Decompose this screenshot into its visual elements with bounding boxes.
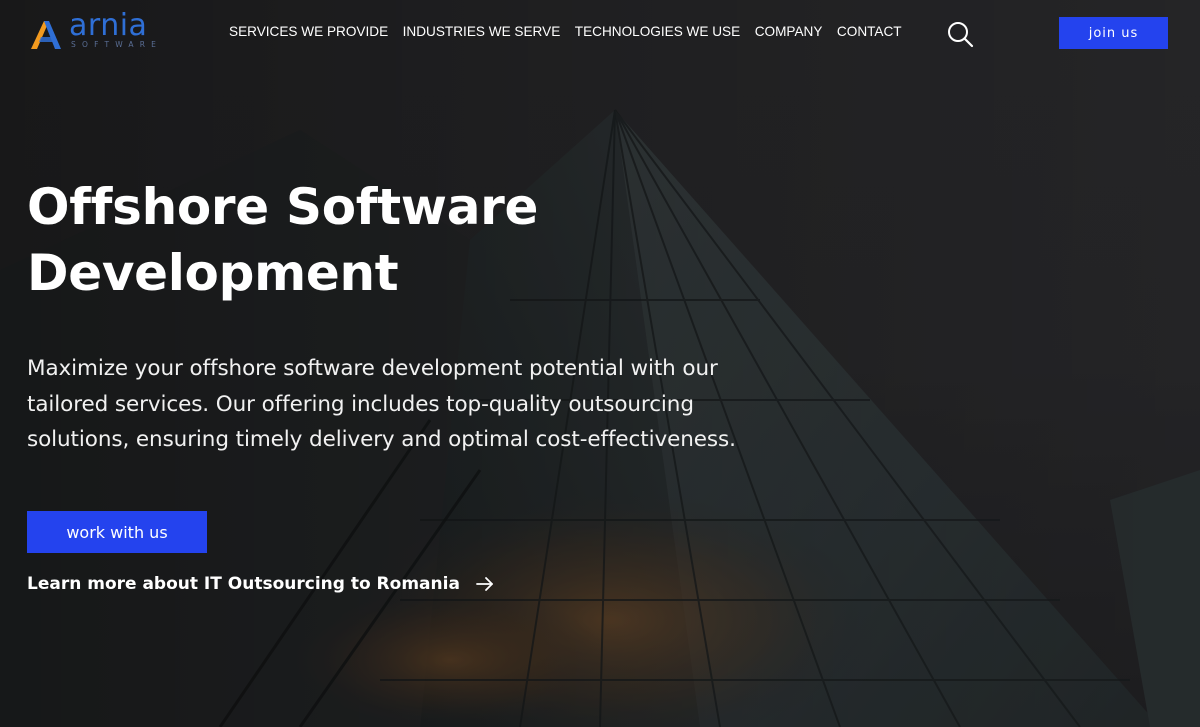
learn-more-link[interactable]: Learn more about IT Outsourcing to Roman… [27,574,495,594]
search-button[interactable] [946,20,974,48]
site-header: arnia SOFTWARE SERVICES WE PROVIDE INDUS… [0,0,1200,64]
brand-logo[interactable]: arnia SOFTWARE [27,8,156,54]
work-with-us-button[interactable]: work with us [27,511,207,553]
hero-description: Maximize your offshore software developm… [27,351,827,458]
hero-section: arnia SOFTWARE SERVICES WE PROVIDE INDUS… [0,0,1200,727]
nav-item-industries[interactable]: INDUSTRIES WE SERVE [403,23,561,40]
search-icon [948,22,974,48]
learn-more-label: Learn more about IT Outsourcing to Roman… [27,574,460,594]
hero-description-line-1: Maximize your offshore software developm… [27,356,718,381]
hero-description-line-2: tailored services. Our offering includes… [27,391,694,417]
logo-tagline: SOFTWARE [71,40,163,49]
page-title: Offshore Software Development [27,174,647,306]
nav-item-company[interactable]: COMPANY [755,23,823,40]
arrow-right-icon [476,577,493,591]
join-us-button[interactable]: join us [1059,17,1168,49]
logo-mark-icon [31,21,61,49]
page-title-line-1: Offshore Software [27,178,539,236]
nav-item-services[interactable]: SERVICES WE PROVIDE [229,23,388,40]
page-title-line-2: Development [27,244,399,302]
main-nav: SERVICES WE PROVIDE INDUSTRIES WE SERVE … [229,23,916,40]
nav-item-technologies[interactable]: TECHNOLOGIES WE USE [575,23,740,40]
hero-description-line-3: solutions, ensuring timely delivery and … [27,427,736,452]
logo-wordmark: arnia [69,8,148,43]
nav-item-contact[interactable]: CONTACT [837,23,902,40]
